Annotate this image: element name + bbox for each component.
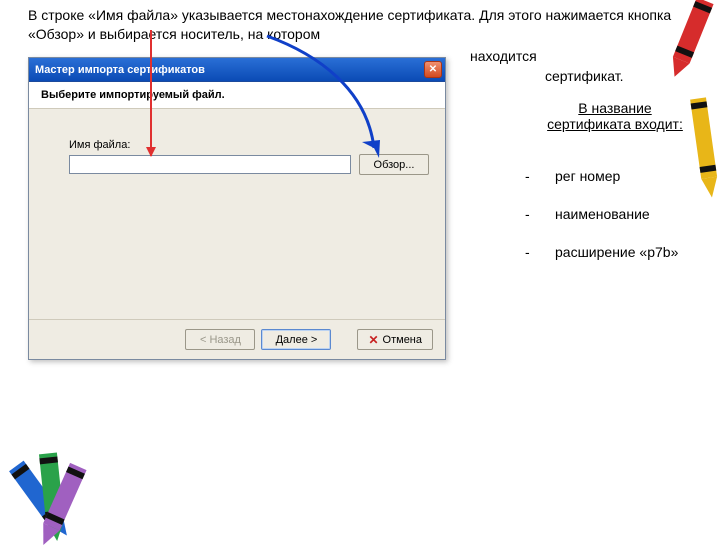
browse-button[interactable]: Обзор... — [359, 154, 429, 175]
intro-line3: находится — [470, 48, 537, 64]
list-item: - наименование — [525, 206, 700, 222]
red-arrow-annotation — [150, 30, 152, 156]
bullet-list: - рег номер - наименование - расширение … — [525, 168, 700, 282]
crayon-decoration-icon — [0, 452, 100, 552]
subtitle: В название сертификата входит: — [545, 100, 685, 132]
list-item: - расширение «p7b» — [525, 244, 700, 260]
filename-input[interactable] — [69, 155, 351, 174]
close-icon: ✕ — [429, 64, 437, 75]
back-button[interactable]: < Назад — [185, 329, 255, 350]
filename-label: Имя файла: — [69, 139, 429, 151]
list-item: - рег номер — [525, 168, 700, 184]
close-button[interactable]: ✕ — [424, 61, 442, 78]
dialog-body: Имя файла: Обзор... — [29, 109, 445, 319]
next-button[interactable]: Далее > — [261, 329, 331, 350]
intro-paragraph: В строке «Имя файла» указывается местона… — [28, 7, 671, 42]
cancel-button[interactable]: ✕ Отмена — [357, 329, 433, 350]
crayon-decoration-icon — [656, 0, 720, 84]
certificate-import-wizard-window: Мастер импорта сертификатов ✕ Выберите и… — [28, 57, 446, 360]
window-title: Мастер импорта сертификатов — [35, 64, 424, 76]
titlebar[interactable]: Мастер импорта сертификатов ✕ — [29, 58, 445, 82]
dialog-footer: < Назад Далее > ✕ Отмена — [29, 319, 445, 359]
cancel-icon: ✕ — [368, 333, 378, 347]
intro-line4: сертификат. — [545, 68, 624, 84]
crayon-decoration-icon — [680, 92, 720, 204]
dialog-subheader: Выберите импортируемый файл. — [29, 82, 445, 109]
intro-text: В строке «Имя файла» указывается местона… — [28, 6, 690, 44]
